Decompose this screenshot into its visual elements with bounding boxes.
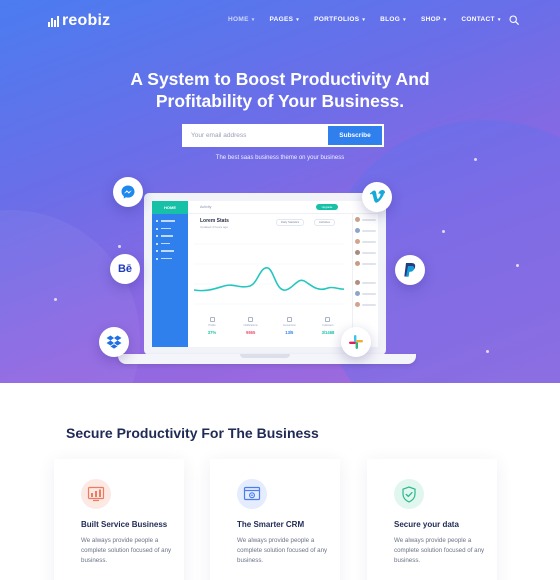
nav-item-shop[interactable]: SHOP ▾ bbox=[421, 16, 446, 23]
dashboard-upgrade-button: Upgrade bbox=[316, 204, 338, 210]
feature-card-description: We always provide people a complete solu… bbox=[237, 537, 328, 564]
nav-label: PAGES bbox=[269, 16, 294, 23]
contact-row bbox=[353, 225, 378, 236]
stat-value: 13/5 bbox=[285, 330, 294, 335]
feature-card-title: Built Service Business bbox=[81, 520, 168, 529]
dashboard-stat: Notifications 9865 bbox=[235, 317, 267, 335]
dashboard-preview: HOME Activity Upgrade Lorem Stats Update… bbox=[152, 201, 378, 347]
stat-value: 9865 bbox=[245, 330, 256, 335]
dashboard-menu-item bbox=[156, 220, 185, 222]
nav-label: SHOP bbox=[420, 16, 441, 23]
hero-headline: A System to Boost Productivity And Profi… bbox=[0, 68, 560, 112]
contact-row bbox=[353, 258, 378, 269]
laptop-notch bbox=[240, 354, 290, 358]
nav-item-home[interactable]: HOME ▾ bbox=[228, 16, 255, 23]
dashboard-stats: Profile 37% Notifications 9865 Conversion 1… bbox=[196, 317, 344, 335]
dashboard-menu-item bbox=[156, 257, 185, 260]
dashboard-activity-label: Activity bbox=[200, 205, 212, 209]
feature-card-title: The Smarter CRM bbox=[237, 520, 305, 529]
dashboard-menu-item bbox=[156, 227, 185, 230]
nav-label: BLOG bbox=[380, 16, 401, 23]
nav-item-contact[interactable]: CONTACT ▾ bbox=[461, 16, 500, 23]
nav-label: CONTACT bbox=[461, 16, 495, 23]
section-title: Secure Productivity For The Business bbox=[66, 425, 319, 441]
chevron-down-icon: ▾ bbox=[296, 16, 300, 23]
main-nav: HOME ▾ PAGES ▾ PORTFOLIOS ▾ BLOG ▾ SHOP ▾ CON… bbox=[228, 16, 501, 23]
hero-headline-line: Profitability of Your Business. bbox=[155, 91, 405, 111]
behance-icon: Bē bbox=[110, 254, 140, 284]
sparkle-dot bbox=[486, 350, 489, 353]
subscribe-form: Subscribe bbox=[182, 124, 384, 147]
nav-item-blog[interactable]: BLOG ▾ bbox=[380, 16, 406, 23]
hero-section: reobiz HOME ▾ PAGES ▾ PORTFOLIOS ▾ BLOG ▾ SH… bbox=[0, 0, 560, 383]
vimeo-icon bbox=[362, 182, 392, 212]
stat-label: Conversion bbox=[282, 324, 296, 327]
chevron-down-icon: ▾ bbox=[497, 16, 501, 23]
feature-card-description: We always provide people a complete solu… bbox=[81, 537, 172, 564]
dashboard-stat: Profile 37% bbox=[196, 317, 228, 335]
feature-card-title: Secure your data bbox=[394, 520, 459, 529]
dashboard-menu-item bbox=[156, 242, 185, 245]
nav-label: PORTFOLIOS bbox=[314, 16, 360, 23]
chevron-down-icon: ▾ bbox=[251, 16, 255, 23]
dashboard-menu-item bbox=[156, 250, 185, 252]
stat-label: Notifications bbox=[243, 324, 258, 327]
stat-value: 37% bbox=[207, 330, 217, 335]
dashboard-home-tab: HOME bbox=[152, 201, 188, 214]
dashboard-title: Lorem Stats bbox=[200, 218, 229, 224]
sparkle-dot bbox=[516, 264, 519, 267]
dashboard-chip: Activities bbox=[314, 219, 336, 226]
sparkle-dot bbox=[54, 298, 57, 301]
feature-card: Secure your data We always provide peopl… bbox=[367, 459, 497, 580]
chevron-down-icon: ▾ bbox=[362, 16, 366, 23]
dashboard-menu-item bbox=[156, 235, 185, 237]
dashboard-stat: Conversion 13/5 bbox=[273, 317, 305, 335]
contact-row bbox=[353, 214, 378, 225]
nav-label: HOME bbox=[228, 16, 249, 23]
email-field[interactable] bbox=[184, 126, 328, 145]
chart-board-icon bbox=[81, 479, 111, 509]
logo-bars-icon bbox=[48, 15, 59, 27]
dashboard-topbar: Activity Upgrade bbox=[188, 201, 378, 214]
feature-card-description: We always provide people a complete solu… bbox=[394, 537, 485, 564]
hero-tagline: The best saas business theme on your bus… bbox=[215, 155, 345, 161]
stat-label: Profile bbox=[208, 324, 216, 327]
stat-value: 3/1468 bbox=[321, 330, 335, 335]
dashboard-menu bbox=[152, 214, 188, 260]
search-icon[interactable] bbox=[509, 15, 519, 25]
dashboard-stat: Followers 3/1468 bbox=[312, 317, 344, 335]
contact-row bbox=[353, 288, 378, 299]
brand-name: reobiz bbox=[62, 12, 111, 29]
nav-item-portfolios[interactable]: PORTFOLIOS ▾ bbox=[314, 16, 365, 23]
hero-headline-line: A System to Boost Productivity And bbox=[130, 69, 430, 89]
stat-label: Followers bbox=[322, 324, 334, 327]
sparkle-dot bbox=[118, 245, 121, 248]
chevron-down-icon: ▾ bbox=[443, 16, 447, 23]
dashboard-sidebar: HOME bbox=[152, 201, 188, 347]
dashboard-line-chart bbox=[194, 243, 344, 305]
nav-item-pages[interactable]: PAGES ▾ bbox=[270, 16, 300, 23]
dashboard-chip: Daily Statistics bbox=[276, 219, 305, 226]
contact-row bbox=[353, 236, 378, 247]
subscribe-button[interactable]: Subscribe bbox=[328, 126, 382, 145]
dashboard-subtitle: Updated 4 hours ago bbox=[200, 225, 229, 229]
feature-card: The Smarter CRM We always provide people… bbox=[210, 459, 340, 580]
paypal-icon bbox=[395, 255, 425, 285]
feature-card: Built Service Business We always provide… bbox=[54, 459, 184, 580]
dropbox-icon bbox=[99, 327, 129, 357]
contact-row bbox=[353, 277, 378, 288]
chevron-down-icon: ▾ bbox=[403, 16, 406, 23]
sparkle-dot bbox=[442, 230, 445, 233]
slack-icon bbox=[341, 327, 371, 357]
contact-row bbox=[353, 299, 378, 310]
contact-row bbox=[353, 247, 378, 258]
messenger-icon bbox=[113, 177, 143, 207]
browser-settings-icon bbox=[237, 479, 267, 509]
brand-logo[interactable]: reobiz bbox=[48, 12, 110, 30]
shield-check-icon bbox=[394, 479, 424, 509]
